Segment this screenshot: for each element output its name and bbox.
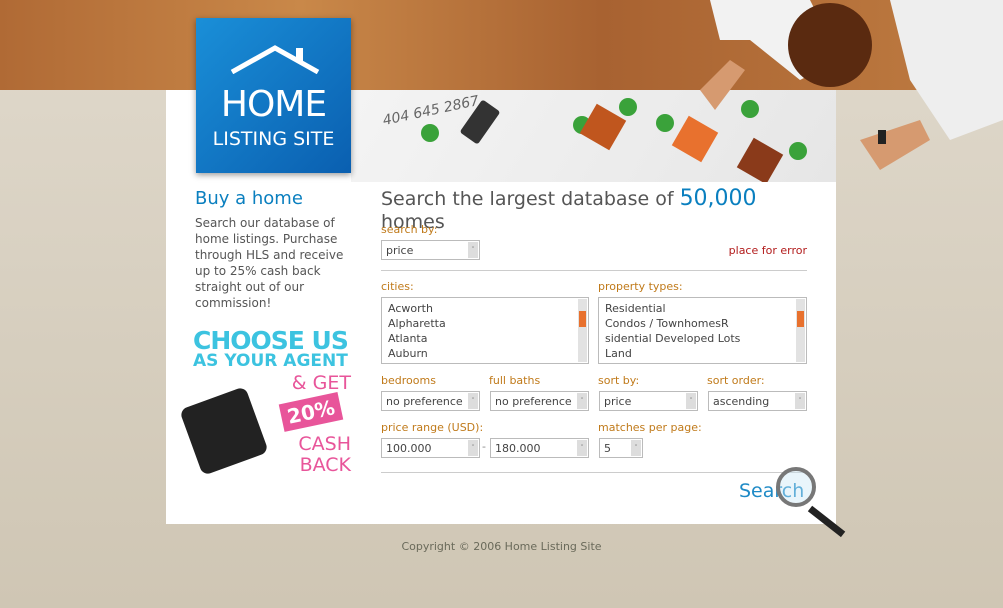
- sort-order-select[interactable]: ascending ˅: [708, 391, 807, 411]
- select-value: no preference: [386, 395, 463, 408]
- select-value: price: [386, 244, 414, 257]
- agent-photo: [700, 0, 1003, 170]
- select-value: no preference: [495, 395, 572, 408]
- sort-by-select[interactable]: price ˅: [599, 391, 698, 411]
- promo-line: AS YOUR AGENT: [193, 351, 348, 371]
- promo-cashback: CASH BACK: [298, 434, 351, 476]
- promo-line: & GET: [291, 372, 351, 394]
- chevron-down-icon: ˅: [631, 440, 641, 456]
- error-message: place for error: [728, 244, 807, 257]
- sidebar-title: Buy a home: [195, 188, 303, 209]
- scrollbar[interactable]: [796, 299, 805, 362]
- tree-icon: [619, 98, 637, 116]
- tree-icon: [656, 114, 674, 132]
- price-min-select[interactable]: 100.000 ˅: [381, 438, 480, 458]
- search-form: Search the largest database of 50,000 ho…: [381, 186, 807, 473]
- house-roof-icon: [230, 45, 320, 74]
- price-range-label: price range (USD):: [381, 421, 484, 434]
- matches-select[interactable]: 5 ˅: [599, 438, 643, 458]
- tree-icon: [421, 124, 439, 142]
- chevron-down-icon: ˅: [577, 440, 587, 456]
- wallet-icon: [179, 386, 269, 476]
- full-baths-label: full baths: [489, 374, 541, 387]
- range-separator: -: [482, 440, 486, 453]
- cities-label: cities:: [381, 280, 414, 293]
- logo-subtext: LISTING SITE: [212, 128, 335, 150]
- property-types-label: property types:: [598, 280, 683, 293]
- page-title: Search the largest database of 50,000 ho…: [381, 186, 807, 233]
- chevron-down-icon: ˅: [686, 393, 696, 409]
- scrollbar-thumb[interactable]: [797, 311, 804, 327]
- promo-banner[interactable]: CHOOSE US AS YOUR AGENT & GET 20% CASH BA…: [179, 326, 355, 476]
- chevron-down-icon: ˅: [795, 393, 805, 409]
- sidebar: Buy a home Search our database of home l…: [195, 188, 355, 311]
- select-value: 180.000: [495, 442, 541, 455]
- search-by-label: search by:: [381, 223, 438, 236]
- list-item[interactable]: Atlanta: [388, 331, 582, 346]
- select-value: 100.000: [386, 442, 432, 455]
- chevron-down-icon: ˅: [468, 242, 478, 258]
- list-item[interactable]: sidential Developed Lots: [605, 331, 800, 346]
- site-logo[interactable]: HOME LISTING SITE: [196, 18, 351, 173]
- list-item[interactable]: Condos / TownhomesR: [605, 316, 800, 331]
- sort-by-label: sort by:: [598, 374, 640, 387]
- list-item[interactable]: Auburn: [388, 346, 582, 361]
- matches-label: matches per page:: [598, 421, 702, 434]
- chevron-down-icon: ˅: [468, 393, 478, 409]
- divider: [381, 270, 807, 271]
- promo-line: CASH: [298, 433, 351, 455]
- chevron-down-icon: ˅: [468, 440, 478, 456]
- select-value: 5: [604, 442, 611, 455]
- list-item[interactable]: Acworth: [388, 301, 582, 316]
- list-item[interactable]: Alpharetta: [388, 316, 582, 331]
- chevron-down-icon: ˅: [577, 393, 587, 409]
- logo-text: HOME: [220, 84, 327, 125]
- select-value: ascending: [713, 395, 770, 408]
- bedrooms-select[interactable]: no preference ˅: [381, 391, 480, 411]
- magnifier-icon[interactable]: [776, 467, 816, 507]
- promo-percent-tag: 20%: [278, 392, 344, 432]
- cities-listbox[interactable]: Acworth Alpharetta Atlanta Auburn: [381, 297, 589, 364]
- home-count: 50,000: [679, 186, 757, 211]
- list-item[interactable]: Land: [605, 346, 800, 361]
- bedrooms-label: bedrooms: [381, 374, 436, 387]
- sort-order-label: sort order:: [707, 374, 765, 387]
- full-baths-select[interactable]: no preference ˅: [490, 391, 589, 411]
- promo-line: BACK: [299, 454, 351, 476]
- search-by-select[interactable]: price ˅: [381, 240, 480, 260]
- title-text: Search the largest database of: [381, 188, 674, 210]
- property-types-listbox[interactable]: Residential Condos / TownhomesR sidentia…: [598, 297, 807, 364]
- divider: [381, 472, 807, 473]
- sidebar-text: Search our database of home listings. Pu…: [195, 216, 344, 310]
- list-item[interactable]: Residential: [605, 301, 800, 316]
- scrollbar[interactable]: [578, 299, 587, 362]
- price-max-select[interactable]: 180.000 ˅: [490, 438, 589, 458]
- scrollbar-thumb[interactable]: [579, 311, 586, 327]
- footer-copyright: Copyright © 2006 Home Listing Site: [401, 540, 602, 553]
- select-value: price: [604, 395, 632, 408]
